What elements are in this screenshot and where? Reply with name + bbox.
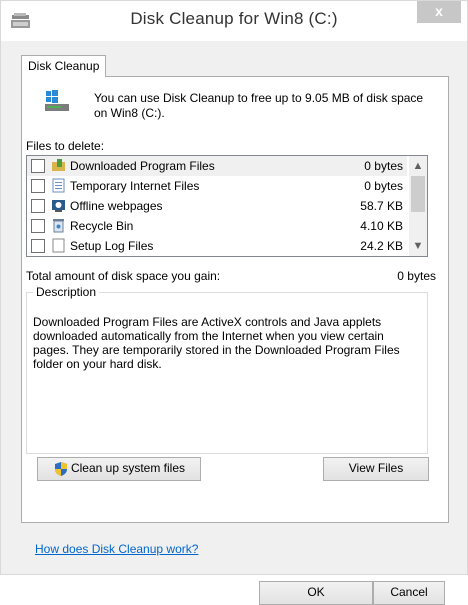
file-size: 4.10 KB bbox=[360, 219, 403, 233]
file-name: Offline webpages bbox=[70, 199, 163, 213]
window-title: Disk Cleanup for Win8 (C:) bbox=[130, 9, 338, 28]
list-item[interactable]: Downloaded Program Files 0 bytes bbox=[27, 156, 407, 176]
file-size: 24.2 KB bbox=[360, 239, 403, 253]
scroll-thumb[interactable] bbox=[411, 176, 425, 212]
total-space-value: 0 bytes bbox=[397, 269, 436, 283]
scroll-down-icon[interactable]: ▼ bbox=[409, 238, 427, 254]
checkbox[interactable] bbox=[31, 179, 45, 193]
file-size: 0 bytes bbox=[364, 179, 403, 193]
clean-up-system-files-label: Clean up system files bbox=[70, 461, 186, 475]
description-title: Description bbox=[33, 285, 100, 299]
list-item[interactable]: Recycle Bin 4.10 KB bbox=[27, 216, 407, 236]
checkbox[interactable] bbox=[31, 199, 45, 213]
uac-shield-icon bbox=[54, 461, 67, 476]
help-link[interactable]: How does Disk Cleanup work? bbox=[35, 542, 198, 556]
file-size: 0 bytes bbox=[364, 159, 403, 173]
cancel-button[interactable]: Cancel bbox=[373, 581, 445, 605]
list-item[interactable]: Offline webpages 58.7 KB bbox=[27, 196, 407, 216]
total-space-label: Total amount of disk space you gain: bbox=[26, 269, 221, 283]
scroll-up-icon[interactable]: ▲ bbox=[409, 158, 427, 174]
list-item[interactable]: Temporary Internet Files 0 bytes bbox=[27, 176, 407, 196]
checkbox[interactable] bbox=[31, 219, 45, 233]
files-to-delete-label: Files to delete: bbox=[26, 139, 105, 153]
document-icon bbox=[52, 238, 65, 253]
file-name: Downloaded Program Files bbox=[70, 159, 215, 173]
files-to-delete-list[interactable]: Downloaded Program Files 0 bytes Tempora… bbox=[26, 155, 428, 257]
clean-up-system-files-button[interactable]: Clean up system files bbox=[37, 457, 201, 481]
file-name: Setup Log Files bbox=[70, 239, 154, 253]
tab-disk-cleanup[interactable]: Disk Cleanup bbox=[21, 55, 107, 77]
tab-panel: You can use Disk Cleanup to free up to 9… bbox=[21, 76, 449, 523]
title-bar: Disk Cleanup for Win8 (C:) x bbox=[1, 1, 467, 41]
offline-webpages-icon bbox=[52, 200, 65, 212]
ok-button[interactable]: OK bbox=[259, 581, 373, 605]
description-group: Description Downloaded Program Files are… bbox=[26, 285, 428, 454]
checkbox[interactable] bbox=[31, 159, 45, 173]
file-name: Temporary Internet Files bbox=[70, 179, 200, 193]
drive-icon bbox=[45, 90, 69, 111]
file-size: 58.7 KB bbox=[360, 199, 403, 213]
recycle-bin-icon bbox=[53, 219, 64, 233]
close-icon: x bbox=[435, 3, 443, 19]
checkbox[interactable] bbox=[31, 239, 45, 253]
list-item[interactable]: Setup Log Files 24.2 KB bbox=[27, 236, 407, 256]
disk-cleanup-window: Disk Cleanup for Win8 (C:) x Disk Cleanu… bbox=[0, 0, 468, 605]
folder-icon bbox=[52, 159, 65, 171]
close-button[interactable]: x bbox=[417, 1, 461, 23]
internet-files-icon bbox=[52, 178, 65, 193]
dialog-client-area: Disk Cleanup You can use Disk Cleanup to… bbox=[1, 41, 467, 605]
vertical-scrollbar[interactable]: ▲ ▼ bbox=[409, 156, 427, 256]
file-name: Recycle Bin bbox=[70, 219, 134, 233]
view-files-button[interactable]: View Files bbox=[323, 457, 429, 481]
description-text: Downloaded Program Files are ActiveX con… bbox=[33, 315, 400, 371]
intro-text: You can use Disk Cleanup to free up to 9… bbox=[94, 91, 424, 120]
